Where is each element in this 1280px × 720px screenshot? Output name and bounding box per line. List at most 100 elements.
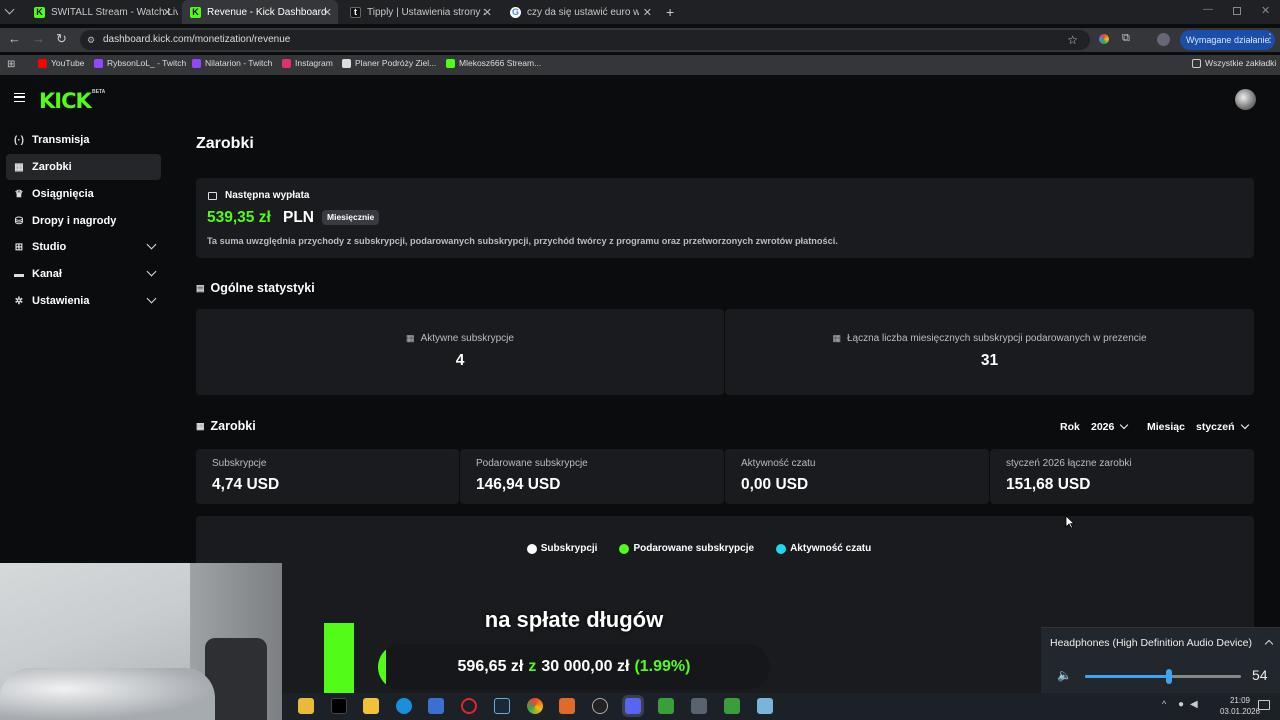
sidebar-item-ustawienia[interactable]: ✲ Ustawienia xyxy=(6,288,161,314)
browser-menu-icon[interactable]: ⋮ xyxy=(1264,31,1276,45)
extension-colorful-icon[interactable] xyxy=(1099,34,1109,44)
file-explorer-icon[interactable] xyxy=(363,698,379,714)
bookmark-youtube[interactable]: YouTube xyxy=(38,58,84,68)
google-favicon-icon: G xyxy=(510,6,521,18)
action-required-button[interactable]: Wymagane działanie xyxy=(1180,30,1276,50)
reload-icon[interactable]: ↻ xyxy=(56,31,67,47)
legend-item-subs[interactable]: Subskrypcji xyxy=(526,543,597,554)
chrome-icon[interactable] xyxy=(527,698,543,714)
obs-icon[interactable] xyxy=(592,698,608,714)
browser-tab-switall[interactable]: K SWITALL Stream - Watch Live o ✕ xyxy=(26,0,178,24)
app-icon[interactable] xyxy=(658,698,674,714)
calculator-icon[interactable] xyxy=(691,698,707,714)
user-avatar[interactable] xyxy=(1235,89,1256,110)
gift-icon: ⛁ xyxy=(14,215,24,227)
close-tab-icon[interactable]: ✕ xyxy=(163,6,172,19)
earnings-stat-subs: Subskrypcje 4,74 USD xyxy=(196,449,459,504)
payout-amount: 539,35 zł xyxy=(207,209,271,226)
chevron-down-icon xyxy=(1120,420,1129,430)
tab-search-icon[interactable] xyxy=(4,4,15,15)
edge-icon[interactable] xyxy=(396,698,412,714)
bookmark-label: Mlekosz666 Stream... xyxy=(459,58,542,68)
earnings-stat-chat: Aktywność czatu 0,00 USD xyxy=(725,449,989,504)
close-tab-icon[interactable]: ✕ xyxy=(643,6,652,19)
bookmark-mlekosz[interactable]: Mlekosz666 Stream... xyxy=(446,58,541,68)
notification-icon[interactable] xyxy=(1258,700,1270,710)
browser-tab-revenue[interactable]: K Revenue - Kick Dashboard ✕ xyxy=(182,0,338,24)
minimize-icon[interactable]: — xyxy=(1203,4,1213,15)
url-field[interactable]: ⚙ dashboard.kick.com/monetization/revenu… xyxy=(80,30,1090,50)
webcam-feed xyxy=(0,563,282,720)
chevron-up-icon[interactable] xyxy=(1264,639,1274,649)
bookmark-label: RybsonLoL_ - Twitch xyxy=(107,58,187,68)
store-icon[interactable] xyxy=(298,698,314,714)
app-icon[interactable] xyxy=(757,698,773,714)
sidebar-item-studio[interactable]: ⊞ Studio xyxy=(6,234,161,260)
bookmark-planer[interactable]: Planer Podróży Ziel... xyxy=(342,58,436,68)
tiktok-icon[interactable] xyxy=(331,698,347,714)
payout-note: Ta suma uwzględnia przychody z subskrypc… xyxy=(207,236,838,246)
volume-slider[interactable] xyxy=(1085,669,1241,684)
app-icon[interactable] xyxy=(559,698,575,714)
kick-header xyxy=(0,78,1280,120)
browser-tab-tipply[interactable]: t Tipply | Ustawienia strony zamów ✕ xyxy=(342,0,498,24)
kick-logo[interactable]: KICK xyxy=(39,89,92,113)
sidebar-item-transmisja[interactable]: (·) Transmisja xyxy=(6,127,161,153)
discord-icon[interactable] xyxy=(625,698,641,714)
maximize-icon[interactable] xyxy=(1233,7,1241,15)
tray-chevron-icon[interactable]: ^ xyxy=(1162,699,1166,709)
forward-icon[interactable]: → xyxy=(32,31,45,46)
bookmark-instagram[interactable]: Instagram xyxy=(282,58,333,68)
opera-icon[interactable] xyxy=(461,698,477,714)
close-tab-icon[interactable]: ✕ xyxy=(323,6,332,19)
youtube-icon xyxy=(38,58,47,68)
legend-item-gifted[interactable]: Podarowane subskrypcje xyxy=(619,543,754,554)
kick-icon xyxy=(446,58,455,68)
stat-value: 0,00 USD xyxy=(741,476,809,493)
all-bookmarks[interactable]: Wszystkie zakładki xyxy=(1192,58,1276,68)
speaker-icon[interactable]: 🔈 xyxy=(1057,668,1072,682)
bookmark-nilatarion[interactable]: Nilatarion - Twitch xyxy=(192,58,272,68)
steam-icon[interactable] xyxy=(494,698,510,714)
new-tab-icon[interactable]: + xyxy=(666,4,674,20)
site-info-icon[interactable]: ⚙ xyxy=(87,30,95,50)
sidebar-item-label: Transmisja xyxy=(32,134,90,146)
apps-grid-icon[interactable]: ⊞ xyxy=(7,59,15,70)
stat-label: Podarowane subskrypcje xyxy=(476,458,588,469)
extensions-puzzle-icon[interactable]: ⧉ xyxy=(1122,32,1130,45)
close-window-icon[interactable]: ✕ xyxy=(1261,4,1270,17)
goal-current: 596,65 zł xyxy=(457,658,524,675)
legend-item-chat[interactable]: Aktywność czatu xyxy=(776,543,871,554)
bookmark-star-icon[interactable]: ☆ xyxy=(1067,30,1078,50)
general-stats-title: ▤ Ogólne statystyki xyxy=(196,281,315,295)
back-icon[interactable]: ← xyxy=(8,31,21,46)
sidebar-item-dropy[interactable]: ⛁ Dropy i nagrody xyxy=(6,208,161,234)
bookmark-label: Planer Podróży Ziel... xyxy=(355,58,437,68)
browser-tab-google[interactable]: G czy da się ustawić euro w tipply ✕ xyxy=(502,0,658,24)
tab-title: Tipply | Ustawienia strony zamów xyxy=(367,6,485,18)
stat-value: 4,74 USD xyxy=(212,476,280,493)
year-select[interactable]: 2026 xyxy=(1091,420,1129,433)
speaker-tray-icon[interactable]: ◀ xyxy=(1190,699,1198,710)
volume-slider-thumb[interactable] xyxy=(1166,669,1173,684)
payout-card: Następna wypłata 539,35 zł PLN Miesięczn… xyxy=(196,178,1254,258)
sidebar-item-kanal[interactable]: ▬ Kanał xyxy=(6,261,161,287)
sidebar-item-label: Kanał xyxy=(32,268,62,280)
close-tab-icon[interactable]: ✕ xyxy=(483,6,492,19)
bookmark-rybson[interactable]: RybsonLoL_ - Twitch xyxy=(94,58,186,68)
month-select[interactable]: styczeń xyxy=(1196,420,1249,433)
microphone-icon[interactable]: ● xyxy=(1178,699,1184,710)
channel-icon: ▬ xyxy=(14,268,24,280)
all-bookmarks-label: Wszystkie zakładki xyxy=(1205,58,1277,68)
app-icon[interactable] xyxy=(428,698,444,714)
sidebar-item-osiagniecia[interactable]: ♛ Osiągnięcia xyxy=(6,181,161,207)
stat-label: styczeń 2026 łączne zarobki xyxy=(1006,458,1132,469)
app-icon[interactable] xyxy=(724,698,740,714)
profile-icon[interactable] xyxy=(1157,33,1170,46)
sidebar-item-label: Studio xyxy=(32,241,67,253)
chevron-down-icon xyxy=(1240,420,1249,430)
hamburger-menu-icon[interactable] xyxy=(14,93,25,102)
bookmarks-bar: ⊞ YouTube RybsonLoL_ - Twitch Nilatarion… xyxy=(0,55,1280,75)
beta-label: BETA xyxy=(92,89,106,95)
sidebar-item-zarobki[interactable]: ▦ Zarobki xyxy=(6,154,161,180)
